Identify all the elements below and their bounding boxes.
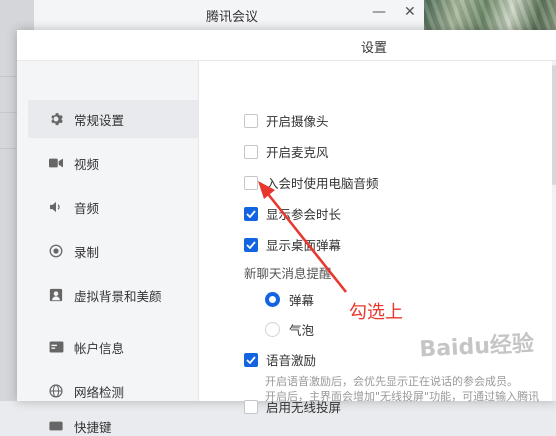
sidebar-item-shortcuts[interactable]: 快捷键: [28, 416, 198, 436]
option-label: 语音激励: [266, 353, 317, 368]
option-microphone[interactable]: 开启麦克风: [244, 142, 329, 161]
sidebar-item-virtual-background[interactable]: 虚拟背景和美颜: [28, 276, 198, 314]
check-icon: [246, 355, 256, 364]
check-icon: [246, 240, 256, 249]
wireless-projection-hint: 开启后，主界面会增加"无线投屏"功能，可通过输入腾讯: [265, 390, 540, 403]
voice-incentive-checkbox[interactable]: [244, 352, 258, 367]
desktop-barrage-checkbox[interactable]: [244, 237, 258, 252]
sidebar-item-label: 虚拟背景和美颜: [74, 288, 162, 304]
option-camera[interactable]: 开启摄像头: [244, 111, 329, 130]
globe-icon: [48, 383, 64, 399]
radio-bubble[interactable]: 气泡: [265, 320, 314, 339]
radio-label: 气泡: [289, 323, 315, 338]
show-duration-checkbox[interactable]: [244, 206, 258, 221]
option-label: 显示桌面弹幕: [266, 238, 342, 253]
close-button[interactable]: ✕: [404, 4, 416, 20]
sidebar-item-label: 音频: [74, 200, 100, 216]
sidebar-item-account[interactable]: 帐户信息: [28, 328, 198, 366]
sidebar-item-video[interactable]: 视频: [28, 144, 198, 182]
background-window-title: 腾讯会议: [206, 10, 259, 25]
barrage-radio[interactable]: [265, 292, 280, 307]
microphone-checkbox[interactable]: [244, 144, 258, 159]
computer-audio-checkbox[interactable]: [244, 175, 258, 190]
sidebar-item-network-test[interactable]: 网络检测: [28, 372, 198, 410]
sidebar-item-general[interactable]: 常规设置: [28, 100, 198, 138]
background-window-titlebar: 腾讯会议 — ✕: [34, 0, 424, 31]
sidebar-item-label: 帐户信息: [74, 340, 125, 356]
keyboard-icon: [48, 418, 64, 434]
sidebar-item-label: 快捷键: [74, 419, 112, 435]
check-icon: [246, 209, 256, 218]
option-voice-incentive[interactable]: 语音激励: [244, 350, 316, 369]
option-label: 开启摄像头: [266, 114, 329, 129]
dialog-title: 设置: [361, 41, 388, 56]
option-show-duration[interactable]: 显示参会时长: [244, 204, 341, 223]
option-label: 显示参会时长: [266, 207, 342, 222]
sidebar-item-label: 视频: [74, 156, 100, 172]
watermark: Baidu经验: [418, 331, 535, 363]
minimize-button[interactable]: —: [372, 4, 386, 20]
settings-sidebar: 常规设置 视频 音频 录制 虚拟背景和美颜 帐户信息 网络检测 快捷键: [17, 61, 199, 435]
option-desktop-barrage[interactable]: 显示桌面弹幕: [244, 235, 341, 254]
radio-barrage[interactable]: 弹幕: [265, 290, 314, 309]
background-photo: [424, 0, 556, 34]
sidebar-item-label: 网络检测: [74, 384, 125, 400]
annotation-text: 勾选上: [349, 302, 403, 323]
sidebar-item-label: 常规设置: [74, 112, 125, 128]
radio-label: 弹幕: [289, 293, 315, 308]
sidebar-item-audio[interactable]: 音频: [28, 188, 198, 226]
option-label: 入会时使用电脑音频: [266, 176, 379, 191]
camera-checkbox[interactable]: [244, 113, 258, 128]
dialog-titlebar: 设置: [17, 30, 556, 61]
option-label: 开启麦克风: [266, 145, 329, 160]
record-icon: [48, 243, 64, 259]
portrait-icon: [48, 287, 64, 303]
gear-icon: [48, 111, 64, 127]
scrollbar-thumb[interactable]: [552, 65, 556, 185]
sidebar-item-record[interactable]: 录制: [28, 232, 198, 270]
bubble-radio[interactable]: [265, 322, 280, 337]
wireless-projection-checkbox[interactable]: [244, 399, 258, 414]
chat-notification-label: 新聊天消息提醒: [244, 266, 332, 281]
camera-icon: [48, 155, 64, 171]
sidebar-item-label: 录制: [74, 244, 100, 260]
speaker-icon: [48, 199, 64, 215]
option-computer-audio[interactable]: 入会时使用电脑音频: [244, 173, 379, 192]
id-card-icon: [48, 339, 64, 355]
